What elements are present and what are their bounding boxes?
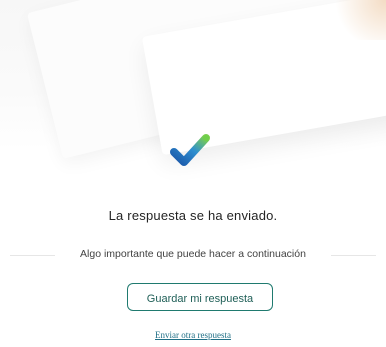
save-response-button[interactable]: Guardar mi respuesta xyxy=(127,283,273,311)
form-submitted-page: La respuesta se ha enviado. Algo importa… xyxy=(0,0,386,347)
hero-illustration xyxy=(0,0,386,159)
subtitle-row: Algo importante que puede hacer a contin… xyxy=(0,246,386,266)
confirmation-title: La respuesta se ha enviado. xyxy=(108,208,278,223)
divider-right xyxy=(331,255,376,256)
submit-another-response-link[interactable]: Enviar otra respuesta xyxy=(0,330,386,340)
corner-glow xyxy=(326,0,386,40)
next-steps-subtitle: Algo importante que puede hacer a contin… xyxy=(80,248,306,260)
checkmark-icon xyxy=(170,134,210,166)
